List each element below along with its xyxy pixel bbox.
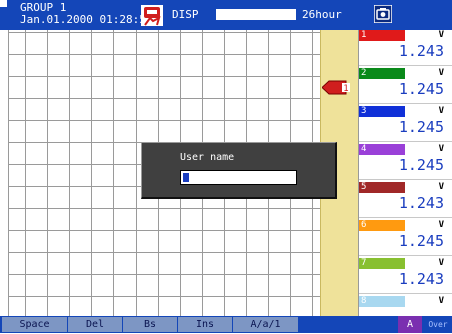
channel-row: 2 V 1.245: [359, 68, 452, 106]
space-key[interactable]: Space: [2, 317, 68, 332]
channel-row: 6 V 1.245: [359, 220, 452, 258]
channel-value: 1.243: [398, 42, 444, 60]
ins-key[interactable]: Ins: [178, 317, 233, 332]
channel-number: 6: [361, 220, 367, 230]
channel-separator: [359, 217, 452, 218]
channel-row: 1 V 1.243: [359, 30, 452, 68]
camera-icon[interactable]: [374, 5, 392, 23]
datetime-label: Jan.01.2000 01:28:56: [20, 13, 153, 26]
channel-number: 1: [361, 30, 367, 40]
bs-key[interactable]: Bs: [123, 317, 178, 332]
channel-unit: V: [438, 30, 444, 40]
user-name-dialog: User name: [141, 142, 337, 199]
channel-panel: 1 V 1.243 2 V 1.245 3 V 1.245 4 V 1.245 5 V 1.243 6 V 1.2…: [358, 30, 452, 332]
header-corner: [0, 0, 7, 7]
channel-separator: [359, 103, 452, 104]
channel-color-bar: 3: [359, 106, 405, 117]
channel-unit: V: [438, 296, 444, 306]
channel-value: 1.243: [398, 194, 444, 212]
dialog-title: User name: [180, 152, 235, 163]
channel-number: 8: [361, 296, 367, 306]
channel-color-bar: 4: [359, 144, 405, 155]
channel-color-bar: 1: [359, 30, 405, 41]
input-mode-key[interactable]: A/a/1: [233, 317, 299, 332]
channel-unit: V: [438, 144, 444, 154]
channel-unit: V: [438, 68, 444, 78]
softkey-bar: Space Del Bs Ins A/a/1: [0, 316, 452, 333]
channel-color-bar: 5: [359, 182, 405, 193]
channel-separator: [359, 179, 452, 180]
disp-label: DISP: [172, 8, 199, 21]
del-key[interactable]: Del: [68, 317, 123, 332]
input-mode-indicator: A: [398, 316, 422, 333]
display-progress-bar: [216, 9, 296, 20]
overwrite-indicator: Over: [424, 316, 452, 333]
channel-separator: [359, 293, 452, 294]
channel-separator: [359, 141, 452, 142]
channel-color-bar: 8: [359, 296, 405, 307]
channel-value: 1.245: [398, 156, 444, 174]
channel-value: 1.245: [398, 118, 444, 136]
channel-value: 1.245: [398, 80, 444, 98]
user-name-input[interactable]: [180, 170, 297, 185]
text-cursor: [183, 173, 189, 182]
channel-unit: V: [438, 106, 444, 116]
channel-unit: V: [438, 258, 444, 268]
channel-row: 7 V 1.243: [359, 258, 452, 296]
channel-row: 5 V 1.243: [359, 182, 452, 220]
channel-separator: [359, 255, 452, 256]
status-header: GROUP 1 Jan.01.2000 01:28:56 DISP 26hour: [0, 0, 452, 30]
channel-unit: V: [438, 182, 444, 192]
channel-row: 3 V 1.245: [359, 106, 452, 144]
channel-value: 1.245: [398, 232, 444, 250]
channel-number: 3: [361, 106, 367, 116]
channel-value: 1.243: [398, 270, 444, 288]
channel-number: 4: [361, 144, 367, 154]
channel-color-bar: 7: [359, 258, 405, 269]
channel-number: 2: [361, 68, 367, 78]
channel-color-bar: 2: [359, 68, 405, 79]
channel-number: 5: [361, 182, 367, 192]
channel-unit: V: [438, 220, 444, 230]
channel-separator: [359, 65, 452, 66]
channel-row: 4 V 1.245: [359, 144, 452, 182]
time-span-label: 26hour: [302, 8, 342, 21]
marker-label: 1: [343, 84, 348, 94]
channel-number: 7: [361, 258, 367, 268]
alarm-icon: [141, 5, 163, 26]
marker-arrow-icon: 1: [322, 80, 350, 95]
channel-color-bar: 6: [359, 220, 405, 231]
